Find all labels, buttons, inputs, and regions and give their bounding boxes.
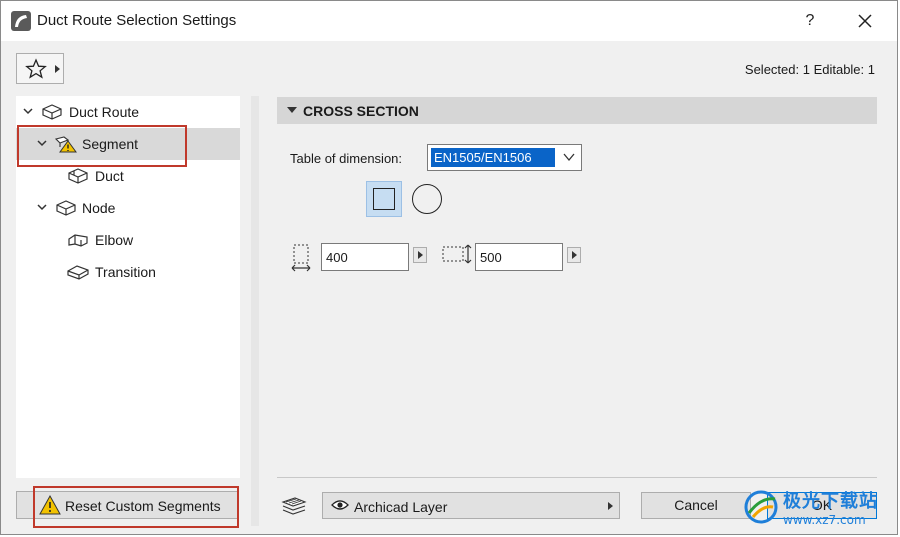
tree-item-label: Transition [95,264,156,280]
circle-icon [412,184,442,214]
table-of-dimension-value: EN1505/EN1506 [431,148,555,167]
footer-separator [277,477,877,478]
chevron-down-icon[interactable] [36,137,48,149]
duct-icon [68,168,88,184]
duct-route-icon [42,104,62,120]
cross-section-header[interactable]: CROSS SECTION [277,97,877,124]
height-dimension-icon [442,244,472,264]
chevron-down-icon [563,153,575,162]
panel-divider[interactable] [251,96,259,526]
tree-item-label: Segment [82,136,139,152]
tree-item-label: Node [82,200,116,216]
layer-select[interactable]: Archicad Layer [322,492,620,519]
tree-item-label: Duct [95,168,124,184]
width-stepper-button[interactable] [413,247,427,263]
help-button[interactable]: ? [799,9,821,33]
tree-item-label: Duct Route [69,104,140,120]
eye-icon [331,500,349,510]
watermark-url: www.xz7.com [783,513,866,527]
tree-item-label: Elbow [95,232,134,248]
window-title: Duct Route Selection Settings [37,12,237,29]
height-stepper-button[interactable] [567,247,581,263]
layer-label: Archicad Layer [354,499,448,515]
reset-custom-segments-button[interactable]: Reset Custom Segments [16,491,238,519]
watermark-logo-icon [744,490,778,524]
tree-item-transition[interactable]: Transition [16,256,240,288]
elbow-icon [68,234,88,247]
node-icon [56,200,76,216]
tree-item-elbow[interactable]: Elbow [16,224,240,256]
warning-icon [39,494,61,515]
tree-item-duct-route[interactable]: Duct Route [16,96,240,128]
chevron-down-icon[interactable] [22,105,34,117]
segment-warning-icon [54,136,77,153]
section-title: CROSS SECTION [303,103,419,119]
circular-shape-button[interactable] [409,181,445,217]
star-icon [25,58,47,79]
archicad-app-icon [11,11,31,31]
table-of-dimension-select[interactable]: EN1505/EN1506 [427,144,582,171]
collapse-triangle-icon [287,107,297,113]
cancel-button[interactable]: Cancel [641,492,751,519]
rectangular-shape-button[interactable] [366,181,402,217]
tree-item-segment[interactable]: Segment [16,128,240,160]
reset-button-label: Reset Custom Segments [65,498,221,514]
table-of-dimension-label: Table of dimension: [290,151,403,166]
layer-stack-icon [281,497,307,515]
close-icon[interactable] [853,9,877,33]
height-input[interactable]: 500 [475,243,563,271]
rectangle-icon [373,188,395,210]
element-tree: Duct Route Segment Duct Node Elbow Trans… [16,96,240,478]
caret-right-icon [608,502,613,510]
settings-dialog: Duct Route Selection Settings ? Selected… [0,0,898,535]
transition-icon [67,265,89,280]
tree-item-node[interactable]: Node [16,192,240,224]
watermark-brand: 极光下载站 [783,491,878,511]
width-input[interactable]: 400 [321,243,409,271]
chevron-down-icon[interactable] [36,201,48,213]
site-watermark: 极光下载站 www.xz7.com [739,483,897,535]
caret-right-icon [55,65,60,73]
width-dimension-icon [291,244,311,272]
selection-status: Selected: 1 Editable: 1 [744,62,875,77]
favorites-button[interactable] [16,53,64,84]
tree-item-duct[interactable]: Duct [16,160,240,192]
title-bar: Duct Route Selection Settings ? [1,1,897,41]
